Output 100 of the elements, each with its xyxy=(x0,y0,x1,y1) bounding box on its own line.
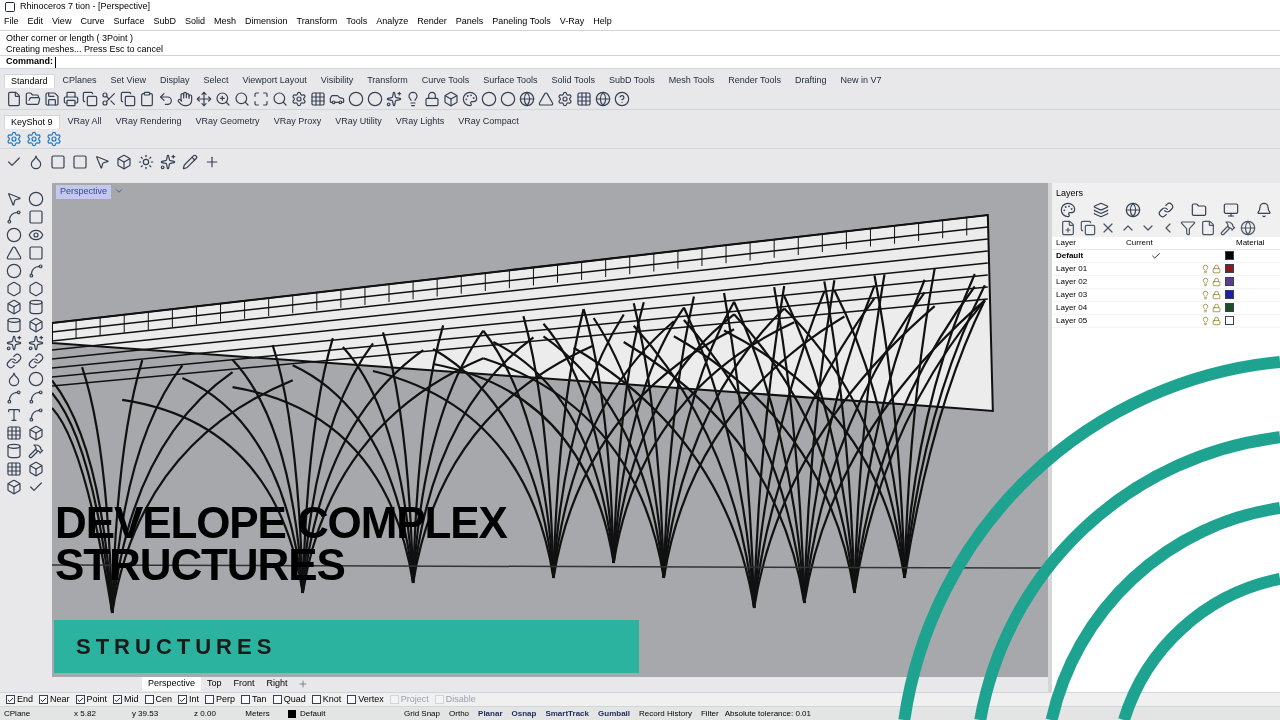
sphere-icon[interactable] xyxy=(500,90,516,107)
curve-icon[interactable] xyxy=(28,389,44,405)
toolbar-tab[interactable]: VRay All xyxy=(61,115,108,129)
move-icon[interactable] xyxy=(196,90,212,107)
polyline-icon[interactable] xyxy=(6,209,22,225)
menu-item[interactable]: Paneling Tools xyxy=(492,15,551,29)
toolbar-tab[interactable]: CPlanes xyxy=(56,74,103,88)
folder-icon[interactable] xyxy=(1190,201,1207,218)
cylinder-icon[interactable] xyxy=(6,443,22,459)
menu-item[interactable]: SubD xyxy=(153,15,176,29)
triangle-icon[interactable] xyxy=(538,90,554,107)
osnap-checkbox[interactable]: Vertex xyxy=(347,692,384,707)
osnap-checkbox[interactable]: Mid xyxy=(113,692,139,707)
layer-color-swatch[interactable] xyxy=(1225,251,1234,260)
status-toggle[interactable]: Ortho xyxy=(449,707,470,720)
layer-color-swatch[interactable] xyxy=(288,709,296,718)
toolbar-tab[interactable]: Transform xyxy=(361,74,414,88)
lightbulb-icon[interactable] xyxy=(405,90,421,107)
joint-icon[interactable] xyxy=(28,353,44,369)
toolbar-tab[interactable]: Drafting xyxy=(789,74,833,88)
menu-item[interactable]: V-Ray xyxy=(559,15,585,29)
color-wheel-icon[interactable] xyxy=(1060,201,1077,218)
layers-icon[interactable] xyxy=(1092,201,1109,218)
print-icon[interactable] xyxy=(63,90,79,107)
osnap-checkbox[interactable]: Quad xyxy=(272,692,306,707)
osnap-checkbox[interactable]: Knot xyxy=(311,692,342,707)
menu-item[interactable]: Panels xyxy=(455,15,484,29)
menu-item[interactable]: File xyxy=(4,15,19,29)
viewport-tab[interactable]: Front xyxy=(227,677,261,691)
open-folder-icon[interactable] xyxy=(25,90,41,107)
toolbar-tab[interactable]: Curve Tools xyxy=(415,74,476,88)
toolbar-tab[interactable]: Visibility xyxy=(314,74,360,88)
status-toggle[interactable]: Record History xyxy=(639,707,692,720)
toolbar-tab[interactable]: Mesh Tools xyxy=(662,74,721,88)
surface-icon[interactable] xyxy=(28,281,44,297)
column-header[interactable]: Layer xyxy=(1056,236,1126,249)
globe-icon[interactable] xyxy=(519,90,535,107)
surface-icon[interactable] xyxy=(6,281,22,297)
osnap-checkbox[interactable]: Point xyxy=(75,692,108,707)
toolbar-tab[interactable]: Viewport Layout xyxy=(236,74,313,88)
menu-item[interactable]: Analyze xyxy=(376,15,409,29)
status-toggle[interactable]: Planar xyxy=(478,707,503,720)
layer-color-swatch[interactable] xyxy=(1225,316,1234,325)
units-label[interactable]: Meters xyxy=(235,707,280,720)
hand-icon[interactable] xyxy=(177,90,193,107)
cylinder-icon[interactable] xyxy=(28,299,44,315)
pointer-icon[interactable] xyxy=(6,191,22,207)
grid-icon[interactable] xyxy=(6,425,22,441)
osnap-checkbox[interactable]: Int xyxy=(178,692,200,707)
save-icon[interactable] xyxy=(44,90,60,107)
circle-icon[interactable] xyxy=(367,90,383,107)
osnap-checkbox[interactable]: Near xyxy=(39,692,70,707)
menu-item[interactable]: Solid xyxy=(184,15,205,29)
bell-icon[interactable] xyxy=(1255,201,1272,218)
toolbar-tab[interactable]: SubD Tools xyxy=(602,74,661,88)
toolbar-tab[interactable]: VRay Utility xyxy=(329,115,388,129)
menu-item[interactable]: Surface xyxy=(113,15,145,29)
gear-icon[interactable] xyxy=(6,130,22,147)
circle-icon[interactable] xyxy=(6,227,22,243)
gear-icon[interactable] xyxy=(557,90,573,107)
box-icon[interactable] xyxy=(28,317,44,333)
arc-icon[interactable] xyxy=(6,245,22,261)
copy-icon[interactable] xyxy=(82,90,98,107)
window-icon[interactable] xyxy=(72,154,88,170)
command-line-field[interactable]: Command: xyxy=(0,56,1280,69)
menu-item[interactable]: Tools xyxy=(346,15,368,29)
sphere-icon[interactable] xyxy=(1125,201,1142,218)
circle-icon[interactable] xyxy=(6,263,22,279)
toolbar-tab[interactable]: Display xyxy=(153,74,196,88)
help-icon[interactable] xyxy=(614,90,630,107)
curve-icon[interactable] xyxy=(28,263,44,279)
toolbar-tab[interactable]: Surface Tools xyxy=(477,74,544,88)
menu-item[interactable]: Render xyxy=(417,15,447,29)
toolbar-tab[interactable]: VRay Lights xyxy=(389,115,451,129)
menu-item[interactable]: Transform xyxy=(296,15,338,29)
burst-icon[interactable] xyxy=(28,335,44,351)
sparkle-icon[interactable] xyxy=(386,90,402,107)
text-icon[interactable] xyxy=(6,407,22,423)
window-icon[interactable] xyxy=(50,154,66,170)
cplane-label[interactable]: CPlane xyxy=(0,707,55,720)
column-header[interactable]: Material xyxy=(1236,236,1265,249)
joint-icon[interactable] xyxy=(6,353,22,369)
layer-color-swatch[interactable] xyxy=(1225,277,1234,286)
viewport-tab[interactable]: Perspective xyxy=(142,677,202,691)
gear-icon[interactable] xyxy=(46,130,62,147)
menu-item[interactable]: Mesh xyxy=(213,15,236,29)
search-icon[interactable] xyxy=(234,90,250,107)
point-icon[interactable] xyxy=(28,191,44,207)
filter-icon[interactable] xyxy=(1180,219,1196,236)
toolbar-tab[interactable]: Select xyxy=(197,74,235,88)
toolbar-tab[interactable]: Render Tools xyxy=(722,74,788,88)
toolbar-tab[interactable]: Standard xyxy=(4,74,55,88)
globe-icon[interactable] xyxy=(1240,219,1256,236)
toolbar-tab[interactable]: VRay Geometry xyxy=(189,115,266,129)
block-icon[interactable] xyxy=(6,479,22,495)
osnap-checkbox[interactable]: Cen xyxy=(144,692,173,707)
toolbar-tab[interactable]: Set View xyxy=(104,74,152,88)
layer-row[interactable]: Layer 04 xyxy=(1052,301,1280,315)
menu-item[interactable]: Curve xyxy=(80,15,105,29)
viewport-tab[interactable]: Top xyxy=(201,677,228,691)
